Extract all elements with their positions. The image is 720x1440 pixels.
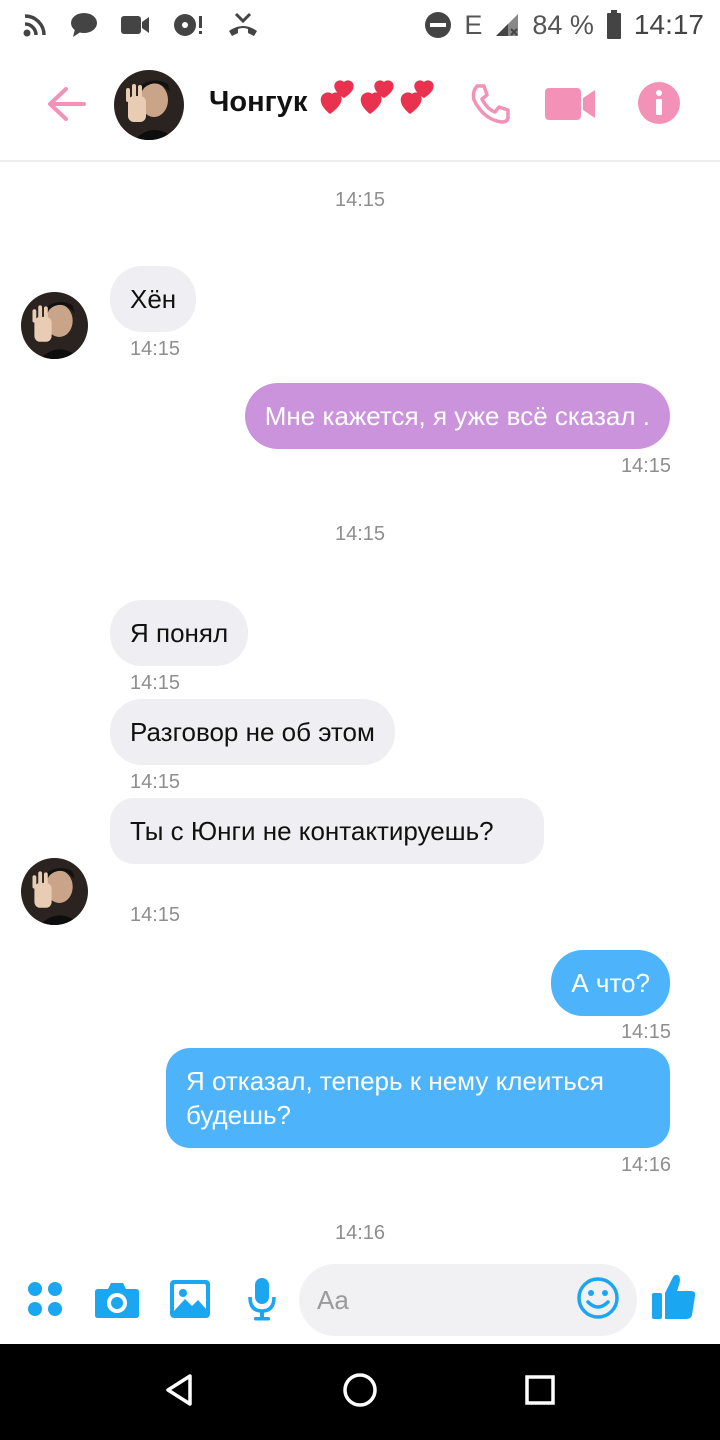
home-circle-icon xyxy=(342,1372,378,1413)
message-time: 14:15 xyxy=(130,904,181,926)
outgoing-message[interactable]: А что? xyxy=(551,950,670,1016)
apps-button[interactable] xyxy=(22,1278,68,1324)
video-camera-icon xyxy=(543,86,597,127)
message-time: 14:15 xyxy=(620,1021,671,1043)
back-triangle-icon xyxy=(164,1373,196,1412)
disc-icon xyxy=(172,12,204,38)
system-nav-bar xyxy=(0,1344,720,1440)
nav-recents-button[interactable] xyxy=(520,1372,560,1412)
message-time: 14:15 xyxy=(130,338,181,360)
message-time: 14:16 xyxy=(620,1154,671,1176)
incoming-message[interactable]: Разговор не об этом xyxy=(110,699,395,765)
nav-back-button[interactable] xyxy=(160,1372,200,1412)
message-input-placeholder: Aa xyxy=(317,1285,349,1315)
incoming-message[interactable]: Ты с Юнги не контактируешь? xyxy=(110,798,544,864)
incoming-message[interactable]: Я понял xyxy=(110,600,249,666)
sender-avatar[interactable] xyxy=(21,858,88,925)
microphone-button[interactable] xyxy=(239,1277,285,1326)
message-time: 14:15 xyxy=(130,672,181,694)
video-call-button[interactable] xyxy=(541,80,599,132)
two-hearts-icon xyxy=(320,80,354,114)
status-notification-icons xyxy=(22,8,260,42)
arrow-left-icon xyxy=(46,86,86,127)
conversation-header: Чонгук xyxy=(0,50,720,162)
like-button[interactable] xyxy=(650,1274,698,1324)
outgoing-message[interactable]: Я отказал, теперь к нему клеиться будешь… xyxy=(166,1048,670,1148)
sender-avatar[interactable] xyxy=(21,292,88,359)
two-hearts-icon xyxy=(400,80,434,114)
info-icon xyxy=(637,81,681,130)
message-composer: Aa xyxy=(0,1262,720,1342)
thumbs-up-icon xyxy=(651,1273,697,1326)
camera-icon xyxy=(94,1279,140,1324)
emoji-button[interactable] xyxy=(577,1276,619,1324)
battery-icon xyxy=(606,10,622,40)
hearts-emoji xyxy=(320,78,438,118)
emoji-icon xyxy=(577,1276,619,1324)
message-thread[interactable]: 14:15 Хён 14:15 Мне кажется, я уже всё с… xyxy=(0,164,720,1264)
rss-icon xyxy=(22,12,48,38)
phone-icon xyxy=(468,82,512,131)
microphone-icon xyxy=(247,1277,277,1326)
camera-button[interactable] xyxy=(94,1278,140,1324)
missed-call-icon xyxy=(226,11,260,39)
do-not-disturb-icon xyxy=(424,11,452,39)
chat-bubble-icon xyxy=(70,12,98,38)
outgoing-message[interactable]: Мне кажется, я уже всё сказал . xyxy=(244,383,670,449)
contact-name[interactable]: Чонгук xyxy=(209,86,307,119)
battery-percent: 84 % xyxy=(532,9,594,40)
status-time: 14:17 xyxy=(633,9,704,40)
gallery-button[interactable] xyxy=(167,1278,213,1324)
apps-icon xyxy=(25,1279,65,1324)
info-button[interactable] xyxy=(636,81,682,130)
status-system-icons: E 84 % 14:17 xyxy=(424,8,704,42)
incoming-message[interactable]: Хён xyxy=(110,266,197,332)
time-separator: 14:15 xyxy=(334,523,386,545)
gallery-icon xyxy=(169,1279,211,1324)
time-separator: 14:16 xyxy=(334,1222,386,1244)
message-time: 14:15 xyxy=(620,455,671,477)
nav-home-button[interactable] xyxy=(340,1372,380,1412)
message-time: 14:15 xyxy=(130,771,181,793)
time-separator: 14:15 xyxy=(334,189,386,211)
status-bar: E 84 % 14:17 xyxy=(0,0,720,50)
network-type-label: E xyxy=(464,9,483,40)
two-hearts-icon xyxy=(360,80,394,114)
message-input[interactable]: Aa xyxy=(299,1264,637,1336)
contact-avatar[interactable] xyxy=(114,70,184,140)
recents-square-icon xyxy=(524,1374,556,1411)
back-button[interactable] xyxy=(40,80,92,132)
voice-call-button[interactable] xyxy=(464,80,516,132)
video-call-notification-icon xyxy=(120,13,150,37)
signal-icon xyxy=(494,12,520,38)
